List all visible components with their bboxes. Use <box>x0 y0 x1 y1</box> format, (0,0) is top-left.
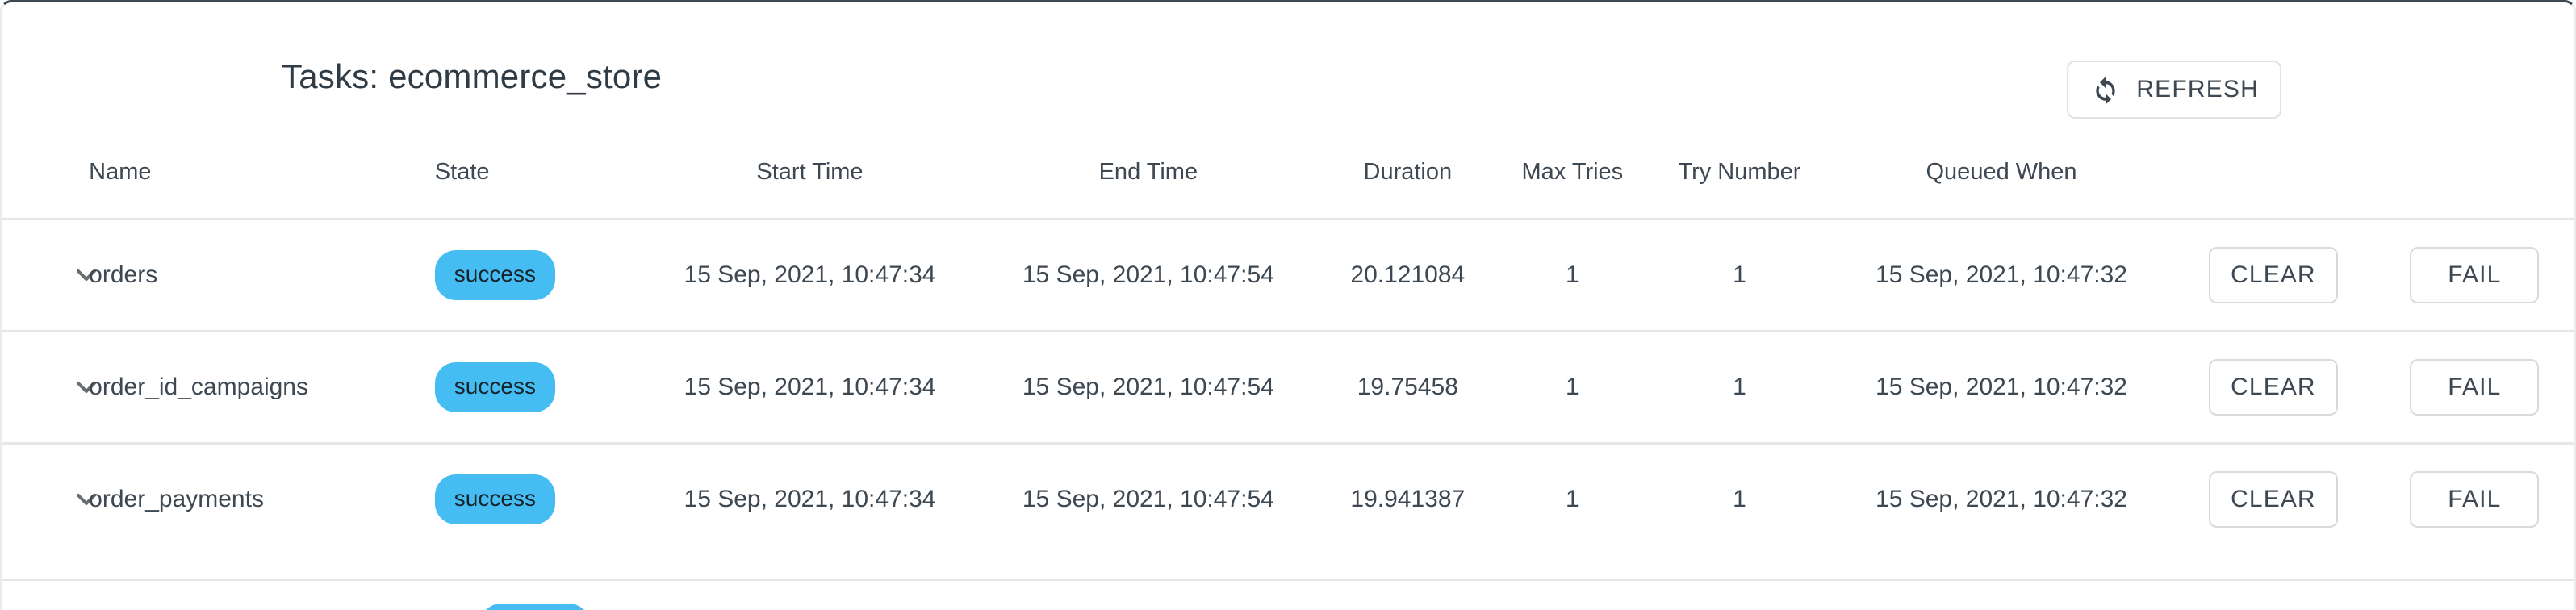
column-header-start-time: Start Time <box>756 158 864 185</box>
cell-queued-when: 15 Sep, 2021, 10:47:32 <box>1876 261 2127 288</box>
cell-max-tries: 1 <box>1566 373 1579 400</box>
column-header-expand <box>2 132 89 219</box>
cell-duration: 20.121084 <box>1350 261 1466 288</box>
column-header-max-tries: Max Tries <box>1521 158 1624 185</box>
expand-row-cell <box>2 331 96 443</box>
expand-row-cell <box>2 219 96 331</box>
chevron-down-icon[interactable] <box>70 607 102 610</box>
cell-task-name: orders <box>89 261 158 288</box>
fail-button[interactable]: FAIL <box>2410 471 2540 529</box>
column-header-state: State <box>434 158 490 185</box>
sync-icon <box>2089 73 2122 106</box>
tasks-card: Tasks: ecommerce_store REFRESH Name Stat… <box>0 0 2576 610</box>
clear-button[interactable]: CLEAR <box>2208 471 2338 529</box>
cell-max-tries: 1 <box>1566 261 1579 288</box>
status-badge-partial <box>480 604 590 610</box>
column-header-end-time: End Time <box>1098 158 1198 185</box>
tasks-table: Name State Start Time End Time Duration … <box>2 132 2574 555</box>
cell-duration: 19.941387 <box>1350 486 1466 513</box>
column-header-clear <box>2171 132 2375 219</box>
table-row: order_payments success 15 Sep, 2021, 10:… <box>2 443 2574 555</box>
cell-clear-action: CLEAR <box>2171 331 2375 443</box>
column-header-name: Name <box>89 158 152 185</box>
table-row: orders success 15 Sep, 2021, 10:47:34 15… <box>2 219 2574 331</box>
cell-try-number: 1 <box>1733 373 1746 400</box>
cell-try-number: 1 <box>1733 486 1746 513</box>
expand-row-cell <box>2 443 96 555</box>
cell-state: success <box>434 219 642 331</box>
cell-try-number: 1 <box>1733 261 1746 288</box>
cell-clear-action: CLEAR <box>2171 443 2375 555</box>
cell-end-time: 15 Sep, 2021, 10:47:54 <box>1022 486 1274 513</box>
cell-end-time: 15 Sep, 2021, 10:47:54 <box>1022 373 1274 400</box>
card-header: Tasks: ecommerce_store REFRESH <box>2 2 2574 132</box>
cell-fail-action: FAIL <box>2376 219 2574 331</box>
cell-fail-action: FAIL <box>2376 443 2574 555</box>
cell-start-time: 15 Sep, 2021, 10:47:34 <box>684 261 936 288</box>
status-badge: success <box>434 249 555 300</box>
table-header-row: Name State Start Time End Time Duration … <box>2 132 2574 219</box>
table-header: Name State Start Time End Time Duration … <box>2 132 2574 219</box>
cell-start-time: 15 Sep, 2021, 10:47:34 <box>684 373 936 400</box>
cell-task-name: order_payments <box>89 486 264 513</box>
column-header-queued-when: Queued When <box>1926 158 2077 185</box>
cell-queued-when: 15 Sep, 2021, 10:47:32 <box>1876 373 2127 400</box>
cell-duration: 19.75458 <box>1357 373 1458 400</box>
refresh-button[interactable]: REFRESH <box>2067 61 2281 119</box>
status-badge: success <box>434 361 555 412</box>
clear-button[interactable]: CLEAR <box>2208 358 2338 416</box>
table-row: order_id_campaigns success 15 Sep, 2021,… <box>2 331 2574 443</box>
cell-max-tries: 1 <box>1566 486 1579 513</box>
cell-fail-action: FAIL <box>2376 331 2574 443</box>
clear-button[interactable]: CLEAR <box>2208 246 2338 303</box>
cell-clear-action: CLEAR <box>2171 219 2375 331</box>
fail-button[interactable]: FAIL <box>2410 358 2540 416</box>
next-row-peek <box>2 579 2574 610</box>
column-header-try-number: Try Number <box>1678 158 1801 185</box>
cell-start-time: 15 Sep, 2021, 10:47:34 <box>684 486 936 513</box>
status-badge: success <box>434 474 555 525</box>
column-header-fail <box>2376 132 2574 219</box>
table-body: orders success 15 Sep, 2021, 10:47:34 15… <box>2 219 2574 555</box>
cell-queued-when: 15 Sep, 2021, 10:47:32 <box>1876 486 2127 513</box>
refresh-button-label: REFRESH <box>2136 76 2259 102</box>
cell-state: success <box>434 331 642 443</box>
page-title: Tasks: ecommerce_store <box>282 57 663 95</box>
fail-button[interactable]: FAIL <box>2410 246 2540 303</box>
column-header-duration: Duration <box>1363 158 1453 185</box>
cell-end-time: 15 Sep, 2021, 10:47:54 <box>1022 261 1274 288</box>
cell-state: success <box>434 443 642 555</box>
cell-task-name: order_id_campaigns <box>89 373 308 400</box>
